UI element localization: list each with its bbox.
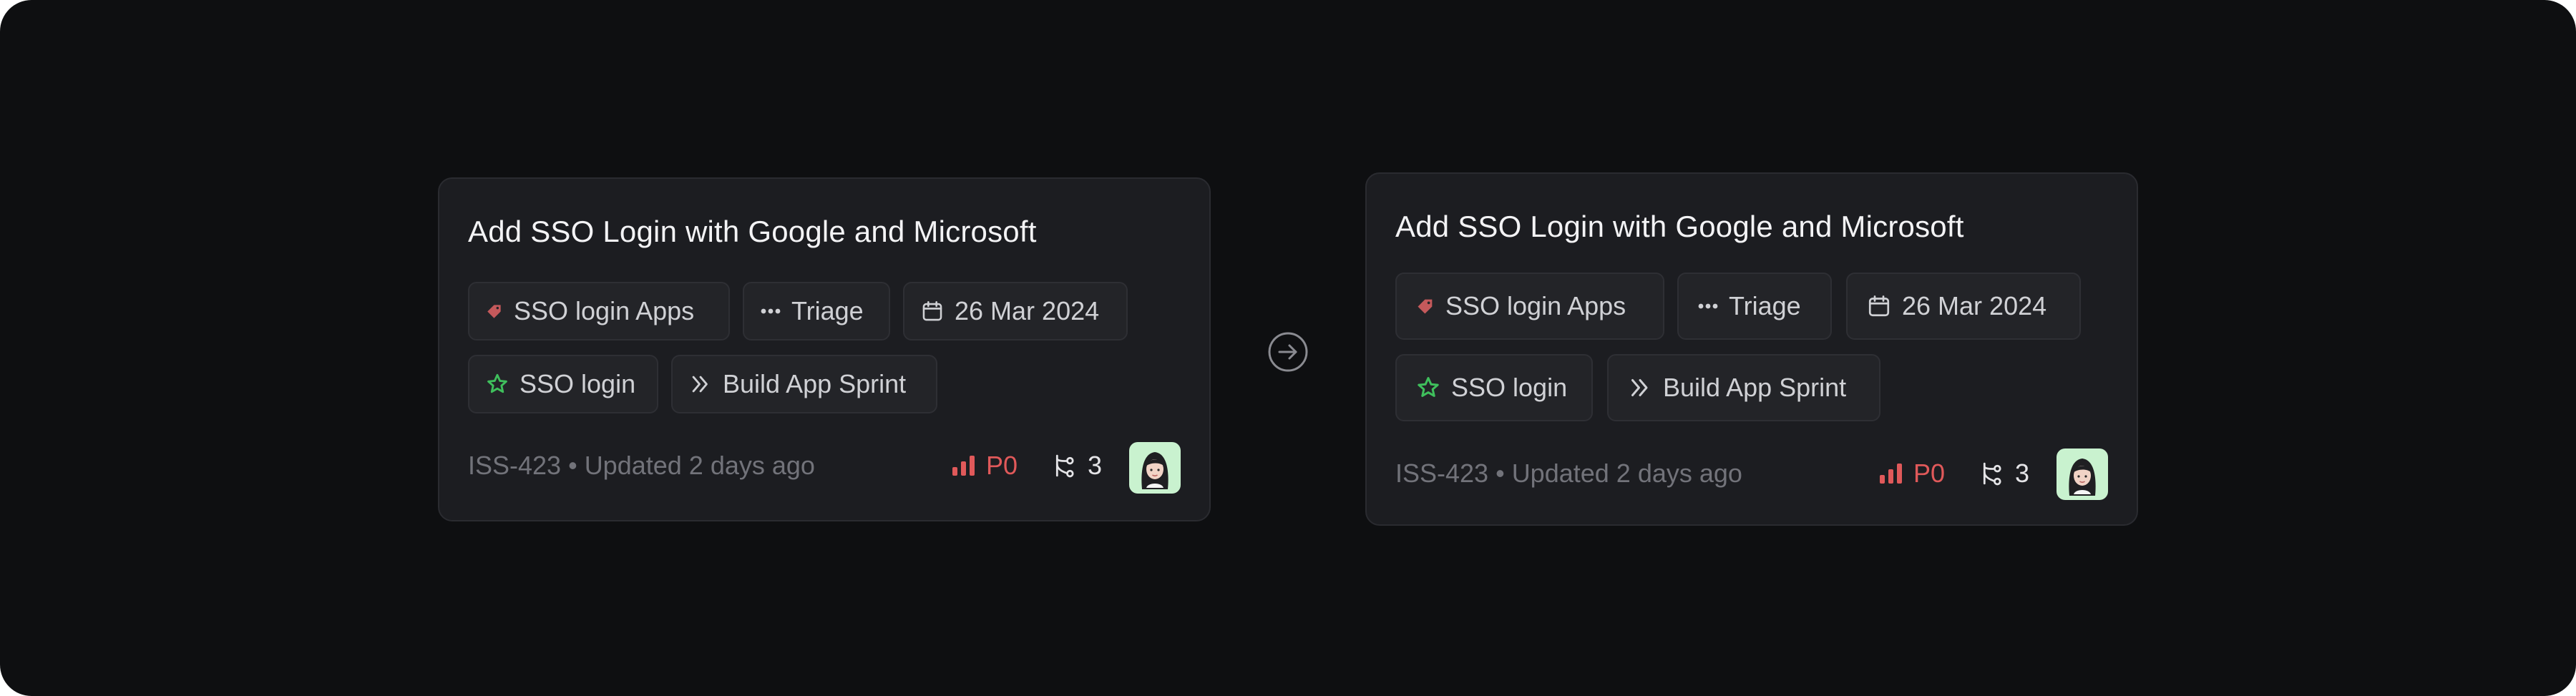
avatar-icon <box>2069 459 2096 496</box>
label-chip[interactable]: SSO login Apps <box>1395 273 1664 340</box>
updated-text: Updated 2 days ago <box>1511 459 1742 488</box>
sprint-text: Build App Sprint <box>723 369 907 398</box>
label-text: SSO login Apps <box>1445 291 1626 320</box>
date-text: 26 Mar 2024 <box>1902 291 2047 320</box>
status-text: Triage <box>791 296 864 325</box>
more-dots-icon <box>1697 303 1719 310</box>
issue-meta: ISS-423 • Updated 2 days ago <box>468 451 815 481</box>
chevrons-right-icon <box>1627 375 1653 401</box>
issue-card-after[interactable]: Add SSO Login with Google and Microsoft … <box>1365 172 2138 526</box>
project-chip[interactable]: SSO login <box>1395 354 1593 421</box>
priority-text: P0 <box>1913 459 1946 488</box>
avatar[interactable] <box>2057 449 2108 500</box>
branch-count[interactable]: 3 <box>1052 451 1102 481</box>
issue-card-before[interactable]: Add SSO Login with Google and Microsoft … <box>438 177 1211 521</box>
avatar-icon <box>1141 452 1169 489</box>
priority-text: P0 <box>986 451 1018 480</box>
branch-count[interactable]: 3 <box>1979 459 2029 489</box>
issue-meta: ISS-423 • Updated 2 days ago <box>1395 459 1742 489</box>
star-icon <box>485 372 509 396</box>
project-chip[interactable]: SSO login <box>468 355 658 413</box>
due-date-chip[interactable]: 26 Mar 2024 <box>903 282 1128 340</box>
updated-text: Updated 2 days ago <box>584 451 815 480</box>
priority-indicator[interactable]: P0 <box>1879 459 1945 489</box>
label-text: SSO login Apps <box>514 296 695 325</box>
meta-separator: • <box>568 451 577 480</box>
due-date-chip[interactable]: 26 Mar 2024 <box>1846 273 2081 340</box>
meta-separator: • <box>1496 459 1505 488</box>
label-chip[interactable]: SSO login Apps <box>468 282 730 340</box>
sprint-chip[interactable]: Build App Sprint <box>1607 354 1880 421</box>
status-text: Triage <box>1729 291 1801 320</box>
git-branch-icon <box>1055 454 1074 478</box>
git-branch-icon <box>1983 462 2001 486</box>
status-chip[interactable]: Triage <box>1677 273 1832 340</box>
tag-icon <box>485 302 504 320</box>
issue-id[interactable]: ISS-423 <box>1395 459 1488 488</box>
avatar[interactable] <box>1129 442 1181 494</box>
sprint-chip[interactable]: Build App Sprint <box>671 355 937 413</box>
branch-count-text: 3 <box>1088 451 1103 480</box>
issue-id[interactable]: ISS-423 <box>468 451 561 480</box>
arrow-right-circle-icon <box>1268 332 1308 372</box>
issue-title[interactable]: Add SSO Login with Google and Microsoft <box>1395 210 1964 244</box>
signal-bars-icon <box>1880 464 1902 484</box>
issue-title[interactable]: Add SSO Login with Google and Microsoft <box>468 215 1037 249</box>
canvas-background: Add SSO Login with Google and Microsoft … <box>0 0 2576 696</box>
more-dots-icon <box>760 308 781 315</box>
star-icon <box>1415 375 1441 401</box>
project-text: SSO login <box>519 369 636 398</box>
priority-indicator[interactable]: P0 <box>952 451 1018 481</box>
date-text: 26 Mar 2024 <box>955 296 1100 325</box>
calendar-icon <box>920 299 945 323</box>
calendar-icon <box>1866 293 1892 319</box>
transition-arrow <box>1267 330 1309 373</box>
project-text: SSO login <box>1451 373 1568 402</box>
chevrons-right-icon <box>688 372 713 396</box>
branch-count-text: 3 <box>2015 459 2030 488</box>
sprint-text: Build App Sprint <box>1663 373 1847 402</box>
status-chip[interactable]: Triage <box>743 282 890 340</box>
tag-icon <box>1415 296 1435 316</box>
signal-bars-icon <box>952 456 975 476</box>
